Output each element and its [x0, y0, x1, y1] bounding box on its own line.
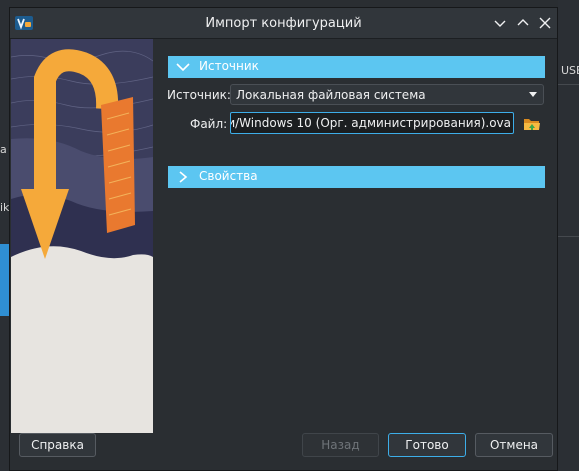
cancel-button[interactable]: Отмена: [475, 433, 553, 457]
chevron-down-icon: [176, 63, 190, 72]
help-button[interactable]: Справка: [19, 433, 96, 457]
close-icon[interactable]: [538, 16, 552, 30]
file-path-field[interactable]: грузки/Windows 10 (Орг. администрировани…: [230, 112, 514, 134]
background-text-fragment: a: [0, 143, 7, 156]
background-selected-item: [0, 244, 9, 316]
properties-section-header[interactable]: Свойства: [168, 166, 545, 188]
file-label: Файл:: [190, 117, 228, 131]
background-text-fragment: USB: [561, 64, 579, 77]
chevron-up-icon[interactable]: [516, 16, 530, 30]
source-combobox[interactable]: Локальная файловая система: [230, 84, 544, 105]
folder-open-icon[interactable]: [523, 115, 541, 132]
source-combobox-value: Локальная файловая система: [236, 88, 426, 102]
back-button[interactable]: Назад: [302, 433, 379, 457]
title-bar[interactable]: Импорт конфигураций: [10, 8, 557, 39]
wizard-illustration: [11, 39, 153, 433]
import-appliance-dialog: Импорт конфигураций Источник Источник: Л…: [9, 7, 558, 471]
file-path-value: грузки/Windows 10 (Орг. администрировани…: [231, 116, 511, 130]
source-section-title: Источник: [199, 59, 259, 73]
chevron-down-icon[interactable]: [493, 16, 507, 30]
properties-section-title: Свойства: [199, 169, 258, 183]
dialog-title: Импорт конфигураций: [205, 16, 362, 31]
source-section-header[interactable]: Источник: [168, 56, 545, 78]
finish-button[interactable]: Готово: [388, 433, 466, 457]
background-divider: [558, 236, 579, 237]
dropdown-arrow-icon: [529, 92, 537, 97]
background-divider: [558, 84, 579, 85]
chevron-right-icon: [179, 171, 188, 183]
source-label: Источник:: [167, 88, 231, 102]
